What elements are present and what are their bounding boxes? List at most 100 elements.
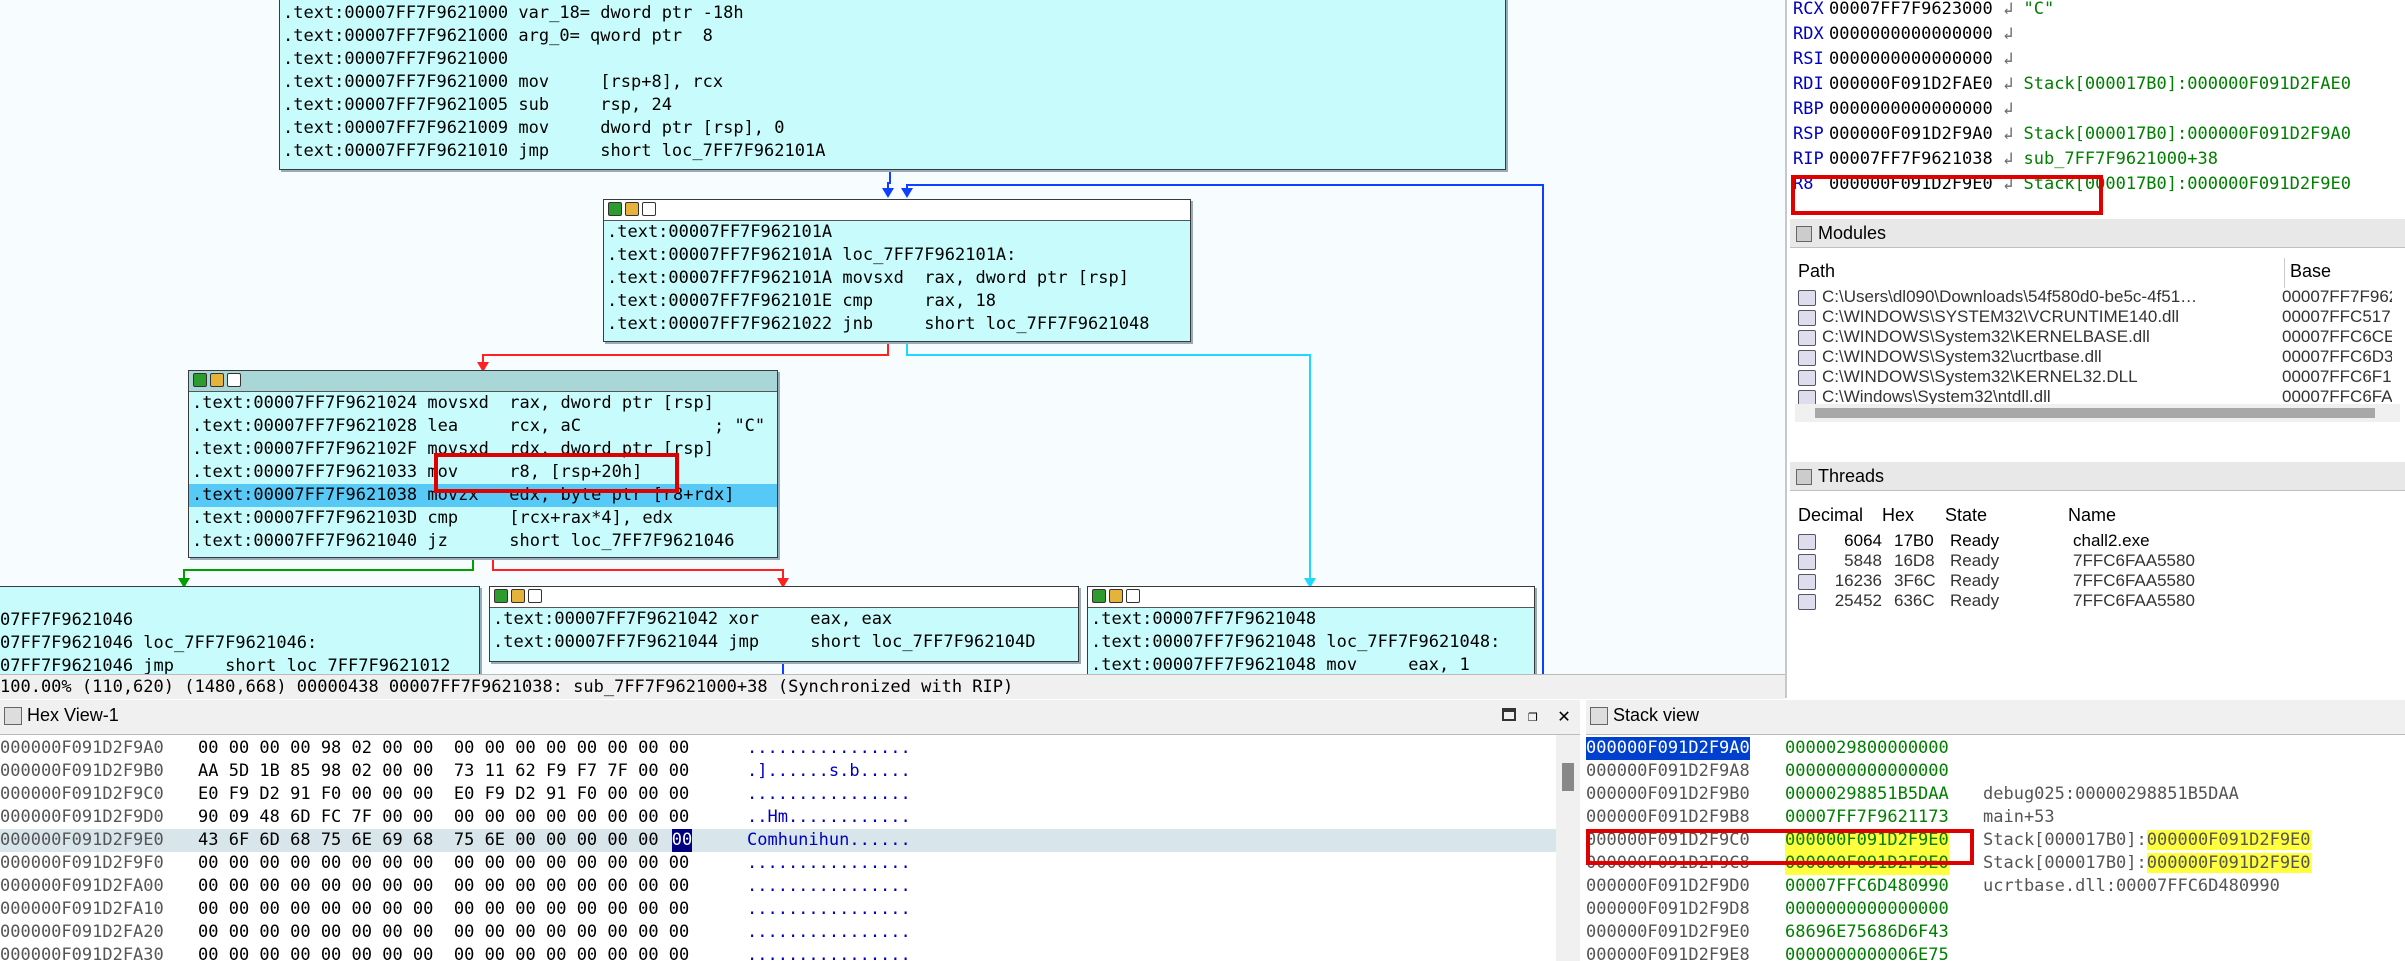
asm-line[interactable]: .text:00007FF7F962103D cmp [rcx+rax*4], … (189, 507, 777, 530)
stack-row[interactable]: 000000F091D2F9B0 00000298851B5DAA debug025… (1586, 783, 2405, 806)
hex-bytes[interactable]: E0 F9 D2 91 F0 00 00 00 E0 F9 D2 91 F0 0… (198, 783, 689, 806)
hex-bytes[interactable]: 00 00 00 00 98 02 00 00 00 00 00 00 00 0… (198, 737, 689, 760)
graph-icon[interactable] (528, 589, 542, 603)
stack-row[interactable]: 000000F091D2F9A8 0000000000000000 (1586, 760, 2405, 783)
node-loc-9621046[interactable]: 07FF7F9621046 07FF7F9621046 loc_7FF7F962… (0, 586, 480, 674)
hex-ascii[interactable]: ..Hm............ (747, 806, 911, 829)
modules-panel-header[interactable]: Modules (1790, 219, 2405, 248)
register-value[interactable]: 00007FF7F9621038 (1829, 149, 2003, 169)
hex-view-header[interactable]: Hex View-1 ❐ ✕ (0, 700, 1580, 735)
asm-line[interactable]: .text:00007FF7F962101A movsxd rax, dword… (604, 267, 1190, 290)
hex-row[interactable]: 000000F091D2FA10 00 00 00 00 00 00 00 00 … (0, 898, 1556, 921)
threads-col-name[interactable]: Name (2068, 505, 2116, 526)
threads-col-hex[interactable]: Hex (1882, 505, 1914, 526)
stack-view-header[interactable]: Stack view (1586, 700, 2405, 735)
modules-col-base[interactable]: Base (2290, 261, 2331, 282)
hex-ascii[interactable]: ................ (747, 944, 911, 961)
hex-ascii[interactable]: .]......s.b..... (747, 760, 911, 783)
stack-value[interactable]: 68696E75686D6F43 (1785, 921, 1949, 944)
asm-line[interactable]: .text:00007FF7F9621000 arg_0= qword ptr … (280, 25, 1505, 48)
module-row[interactable]: C:\WINDOWS\System32\KERNELBASE.dll 00007F… (1798, 327, 2398, 347)
hex-bytes[interactable]: 00 00 00 00 00 00 00 00 00 00 00 00 00 0… (198, 944, 689, 961)
asm-line[interactable]: .text:00007FF7F962101A (604, 221, 1190, 244)
asm-line[interactable]: .text:00007FF7F9621000 var_18= dword ptr… (280, 2, 1505, 25)
asm-line[interactable]: .text:00007FF7F9621048 mov eax, 1 (1088, 654, 1534, 674)
asm-line[interactable]: .text:00007FF7F9621024 movsxd rax, dword… (189, 392, 777, 415)
asm-line[interactable]: .text:00007FF7F9621044 jmp short loc_7FF… (490, 631, 1078, 654)
asm-line[interactable]: .text:00007FF7F9621000 mov [rsp+8], rcx (280, 71, 1505, 94)
graph-icon[interactable] (1126, 589, 1140, 603)
asm-line[interactable]: .text:00007FF7F9621048 (1088, 608, 1534, 631)
stack-value[interactable]: 00007FFC6D480990 (1785, 875, 1949, 898)
threads-col-decimal[interactable]: Decimal (1798, 505, 1863, 526)
module-row[interactable]: C:\WINDOWS\SYSTEM32\VCRUNTIME140.dll 0000… (1798, 307, 2398, 327)
register-value[interactable]: 0000000000000000 (1829, 24, 2003, 44)
hex-bytes[interactable]: 00 00 00 00 00 00 00 00 00 00 00 00 00 0… (198, 921, 689, 944)
hex-ascii[interactable]: ................ (747, 737, 911, 760)
hex-row[interactable]: 000000F091D2F9B0 AA 5D 1B 85 98 02 00 00 … (0, 760, 1556, 783)
thread-row[interactable]: 25452 636C Ready 7FFC6FAA5580 (1798, 591, 2398, 611)
hex-bytes[interactable]: AA 5D 1B 85 98 02 00 00 73 11 62 F9 F7 7… (198, 760, 689, 783)
hex-ascii[interactable]: Comhunihun...... (747, 829, 911, 852)
rename-icon[interactable] (210, 373, 224, 387)
hex-ascii[interactable]: ................ (747, 852, 911, 875)
register-row[interactable]: RDX 0000000000000000 ↲ (1793, 22, 2023, 47)
thread-row[interactable]: 16236 3F6C Ready 7FFC6FAA5580 (1798, 571, 2398, 591)
asm-line[interactable]: 07FF7F9621046 loc_7FF7F9621046: (0, 632, 479, 655)
asm-line[interactable]: 07FF7F9621046 (0, 609, 479, 632)
module-row[interactable]: C:\Users\dl090\Downloads\54f580d0-be5c-4… (1798, 287, 2398, 307)
hex-row[interactable]: 000000F091D2F9A0 00 00 00 00 98 02 00 00 … (0, 737, 1556, 760)
node-function-entry[interactable]: .text:00007FF7F9621000 var_18= dword ptr… (279, 0, 1506, 170)
stack-value[interactable]: 0000029800000000 (1785, 737, 1949, 760)
thread-row[interactable]: 6064 17B0 Ready chall2.exe (1798, 531, 2398, 551)
register-value[interactable]: 0000000000000000 (1829, 99, 2003, 119)
scrollbar-thumb[interactable] (1562, 763, 1574, 791)
asm-line[interactable]: .text:00007FF7F9621005 sub rsp, 24 (280, 94, 1505, 117)
hex-bytes[interactable]: 00 00 00 00 00 00 00 00 00 00 00 00 00 0… (198, 875, 689, 898)
hex-row[interactable]: 000000F091D2FA30 00 00 00 00 00 00 00 00 … (0, 944, 1556, 961)
register-row[interactable]: RBP 0000000000000000 ↲ (1793, 97, 2023, 122)
hex-bytes[interactable]: 43 6F 6D 68 75 6E 69 68 75 6E 00 00 00 0… (198, 829, 669, 852)
register-value[interactable]: 000000F091D2FAE0 (1829, 74, 2003, 94)
register-value[interactable]: 00007FF7F9623000 (1829, 0, 2003, 19)
hex-ascii[interactable]: ................ (747, 921, 911, 944)
thread-row[interactable]: 5848 16D8 Ready 7FFC6FAA5580 (1798, 551, 2398, 571)
asm-line[interactable]: .text:00007FF7F9621040 jz short loc_7FF7… (189, 530, 777, 553)
register-row[interactable]: RCX 00007FF7F9623000 ↲ "C" (1793, 0, 2054, 22)
hex-row[interactable]: 000000F091D2FA00 00 00 00 00 00 00 00 00 … (0, 875, 1556, 898)
asm-line[interactable]: .text:00007FF7F962101A loc_7FF7F962101A: (604, 244, 1190, 267)
color-icon[interactable] (608, 202, 622, 216)
hex-bytes[interactable]: 00 00 00 00 00 00 00 00 00 00 00 00 00 0… (198, 852, 689, 875)
hex-ascii[interactable]: ................ (747, 875, 911, 898)
hex-bytes[interactable]: 90 09 48 6D FC 7F 00 00 00 00 00 00 00 0… (198, 806, 689, 829)
asm-line[interactable]: .text:00007FF7F9621000 (280, 48, 1505, 71)
stack-value[interactable]: 0000000000000000 (1785, 898, 1949, 921)
module-row[interactable]: C:\WINDOWS\System32\ucrtbase.dll 00007FFC… (1798, 347, 2398, 367)
register-row[interactable]: RDI 000000F091D2FAE0 ↲ Stack[000017B0]:00… (1793, 72, 2351, 97)
stack-row[interactable]: 000000F091D2F9B8 00007FF7F9621173 main+53 (1586, 806, 2405, 829)
restore-icon[interactable]: ❐ (1528, 706, 1538, 725)
rename-icon[interactable] (511, 589, 525, 603)
scrollbar-thumb[interactable] (1815, 408, 2375, 418)
stack-row[interactable]: 000000F091D2F9A0 0000029800000000 (1586, 737, 2405, 760)
asm-line[interactable]: .text:00007FF7F9621028 lea rcx, aC ; "C" (189, 415, 777, 438)
stack-value[interactable]: 00007FF7F9621173 (1785, 806, 1949, 829)
graph-icon[interactable] (642, 202, 656, 216)
hex-bytes[interactable]: 00 00 00 00 00 00 00 00 00 00 00 00 00 0… (198, 898, 689, 921)
stack-value[interactable]: 0000000000006E75 (1785, 944, 1949, 961)
stack-value[interactable]: 0000000000000000 (1785, 760, 1949, 783)
rename-icon[interactable] (625, 202, 639, 216)
stack-row[interactable]: 000000F091D2F9E8 0000000000006E75 (1586, 944, 2405, 961)
register-row[interactable]: RSI 0000000000000000 ↲ (1793, 47, 2023, 72)
close-icon[interactable]: ✕ (1558, 703, 1570, 727)
hex-row[interactable]: 000000F091D2F9F0 00 00 00 00 00 00 00 00 … (0, 852, 1556, 875)
hex-ascii[interactable]: ................ (747, 898, 911, 921)
register-value[interactable]: 0000000000000000 (1829, 49, 2003, 69)
hex-row[interactable]: 000000F091D2FA20 00 00 00 00 00 00 00 00 … (0, 921, 1556, 944)
modules-hscrollbar[interactable] (1795, 404, 2400, 422)
modules-col-path[interactable]: Path (1798, 261, 1835, 282)
asm-line[interactable]: .text:00007FF7F962101E cmp rax, 18 (604, 290, 1190, 313)
color-icon[interactable] (494, 589, 508, 603)
register-row[interactable]: RSP 000000F091D2F9A0 ↲ Stack[000017B0]:00… (1793, 122, 2351, 147)
asm-line[interactable]: .text:00007FF7F9621009 mov dword ptr [rs… (280, 117, 1505, 140)
